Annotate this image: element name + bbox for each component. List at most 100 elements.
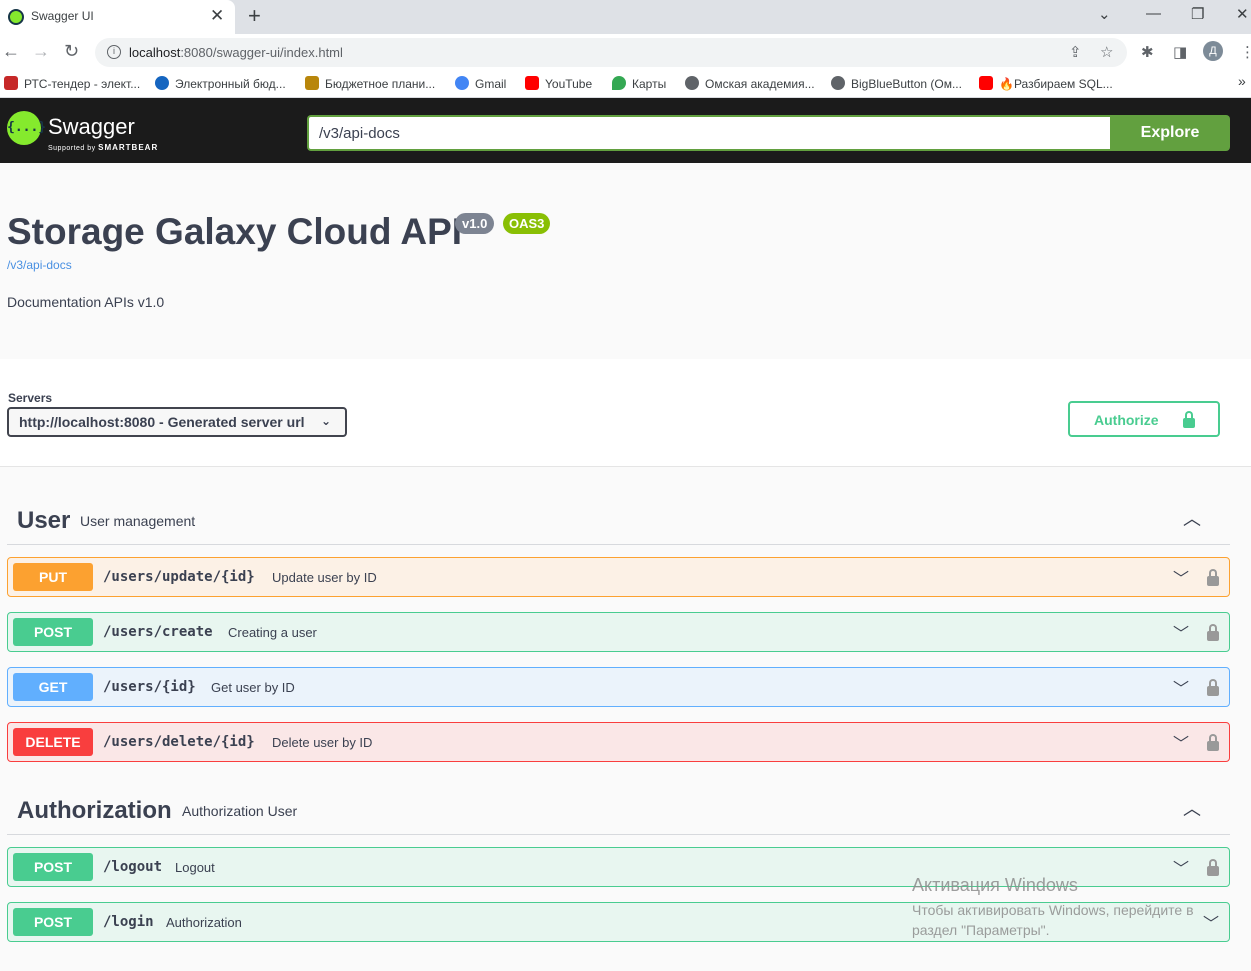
spec-link[interactable]: /v3/api-docs bbox=[7, 258, 72, 272]
operation-path: /users/update/{id} bbox=[103, 569, 255, 585]
chevron-down-icon[interactable]: ﹀ bbox=[1173, 620, 1189, 644]
lock-icon[interactable] bbox=[1207, 679, 1219, 696]
url-text[interactable]: localhost:8080/swagger-ui/index.html bbox=[129, 45, 343, 60]
emblem-icon bbox=[305, 76, 319, 90]
reload-icon[interactable]: ↻ bbox=[64, 41, 79, 62]
maps-icon bbox=[612, 76, 626, 90]
globe-icon bbox=[831, 76, 845, 90]
bookmark-item[interactable]: YouTube bbox=[525, 76, 592, 91]
swagger-topbar: {...} Swagger Supported by SMARTBEAR Exp… bbox=[0, 98, 1251, 163]
lock-icon[interactable] bbox=[1207, 624, 1219, 641]
chevron-down-icon[interactable]: ﹀ bbox=[1173, 855, 1189, 879]
tag-authorization-header[interactable]: Authorization Authorization User ︿ bbox=[7, 787, 1230, 835]
browser-tab[interactable]: Swagger UI ✕ bbox=[0, 0, 235, 34]
chevron-down-icon[interactable]: ﹀ bbox=[1203, 910, 1219, 934]
budget-icon bbox=[155, 76, 169, 90]
bookmark-item[interactable]: 🔥Разбираем SQL... bbox=[979, 76, 1113, 91]
operation-post-users-create[interactable]: POST /users/create Creating a user ﹀ bbox=[7, 612, 1230, 652]
bookmark-item[interactable]: BigBlueButton (Ом... bbox=[831, 76, 962, 91]
tab-search-chevron-icon[interactable]: ⌄ bbox=[1098, 5, 1111, 23]
operation-summary: Creating a user bbox=[228, 625, 317, 640]
extensions-icon[interactable]: ✱ bbox=[1141, 43, 1154, 61]
bookmark-star-icon[interactable]: ☆ bbox=[1100, 43, 1113, 61]
operation-post-login[interactable]: POST /login Authorization ﹀ bbox=[7, 902, 1230, 942]
operation-path: /users/delete/{id} bbox=[103, 734, 255, 750]
chevron-up-icon[interactable]: ︿ bbox=[1183, 795, 1201, 821]
back-icon[interactable]: ← bbox=[2, 41, 20, 62]
operation-path: /users/{id} bbox=[103, 679, 196, 695]
version-badge: v1.0 bbox=[455, 213, 495, 234]
lock-icon[interactable] bbox=[1207, 734, 1219, 751]
youtube-icon bbox=[525, 76, 539, 90]
method-badge: DELETE bbox=[13, 728, 93, 756]
chevron-down-icon[interactable]: ﹀ bbox=[1173, 675, 1189, 699]
more-bookmarks-icon[interactable]: » bbox=[1238, 73, 1246, 89]
tag-name: User bbox=[17, 507, 71, 534]
operation-path: /logout bbox=[103, 859, 163, 875]
servers-select[interactable]: http://localhost:8080 - Generated server… bbox=[7, 407, 347, 437]
operation-summary: Get user by ID bbox=[211, 680, 295, 695]
youtube-icon bbox=[979, 76, 993, 90]
rts-icon bbox=[4, 76, 18, 90]
menu-kebab-icon[interactable]: ⋮ bbox=[1240, 43, 1251, 61]
swagger-logo-icon[interactable]: {...} bbox=[7, 111, 46, 145]
restore-icon[interactable]: ❐ bbox=[1191, 5, 1204, 23]
share-icon[interactable]: ⇪ bbox=[1069, 43, 1082, 61]
swagger-favicon-icon bbox=[8, 9, 24, 25]
chevron-down-icon[interactable]: ﹀ bbox=[1173, 730, 1189, 754]
minimize-icon[interactable]: — bbox=[1146, 5, 1161, 22]
window-close-icon[interactable]: ✕ bbox=[1236, 5, 1249, 23]
bookmark-item[interactable]: РТС-тендер - элект... bbox=[4, 76, 140, 91]
operation-post-logout[interactable]: POST /logout Logout ﹀ bbox=[7, 847, 1230, 887]
operation-delete-users-delete[interactable]: DELETE /users/delete/{id} Delete user by… bbox=[7, 722, 1230, 762]
operation-summary: Update user by ID bbox=[272, 570, 377, 585]
site-info-icon[interactable]: i bbox=[107, 45, 121, 59]
lock-icon[interactable] bbox=[1207, 569, 1219, 586]
supported-by: Supported by SMARTBEAR bbox=[48, 143, 159, 152]
spec-url-input[interactable] bbox=[307, 115, 1110, 151]
operation-summary: Logout bbox=[175, 860, 215, 875]
operation-get-users-id[interactable]: GET /users/{id} Get user by ID ﹀ bbox=[7, 667, 1230, 707]
method-badge: POST bbox=[13, 853, 93, 881]
api-title: Storage Galaxy Cloud API bbox=[7, 211, 463, 252]
chevron-up-icon[interactable]: ︿ bbox=[1183, 505, 1201, 531]
google-icon bbox=[455, 76, 469, 90]
bookmark-item[interactable]: Электронный бюд... bbox=[155, 76, 286, 91]
operation-put-users-update[interactable]: PUT /users/update/{id} Update user by ID… bbox=[7, 557, 1230, 597]
tag-description: Authorization User bbox=[182, 803, 298, 819]
api-description: Documentation APIs v1.0 bbox=[7, 294, 165, 310]
side-panel-icon[interactable]: ◨ bbox=[1173, 43, 1187, 61]
method-badge: POST bbox=[13, 908, 93, 936]
chevron-down-icon: ⌄ bbox=[320, 414, 331, 428]
oas-badge: OAS3 bbox=[503, 213, 551, 234]
bookmark-item[interactable]: Gmail bbox=[455, 76, 506, 91]
address-toolbar: ← → ↻ i localhost:8080/swagger-ui/index.… bbox=[0, 34, 1251, 70]
tag-name: Authorization bbox=[17, 797, 172, 824]
method-badge: PUT bbox=[13, 563, 93, 591]
tag-user-header[interactable]: User User management ︿ bbox=[7, 497, 1230, 545]
browser-tab-bar: Swagger UI ✕ + ⌄ — ❐ ✕ bbox=[0, 0, 1251, 34]
api-info: Storage Galaxy Cloud API v1.0 OAS3 /v3/a… bbox=[0, 163, 1251, 359]
tag-description: User management bbox=[80, 513, 196, 529]
profile-avatar[interactable]: Д bbox=[1203, 41, 1223, 61]
scheme-container: Servers http://localhost:8080 - Generate… bbox=[0, 359, 1251, 467]
swagger-brand: Swagger bbox=[48, 114, 135, 139]
bookmark-item[interactable]: Карты bbox=[612, 76, 666, 91]
bookmarks-bar: РТС-тендер - элект... Электронный бюд...… bbox=[0, 70, 1251, 98]
method-badge: POST bbox=[13, 618, 93, 646]
authorize-button[interactable]: Authorize bbox=[1068, 401, 1220, 437]
bookmark-item[interactable]: Омская академия... bbox=[685, 76, 815, 91]
forward-icon[interactable]: → bbox=[32, 41, 50, 62]
new-tab-icon[interactable]: + bbox=[248, 3, 261, 29]
operation-path: /users/create bbox=[103, 624, 213, 640]
chevron-down-icon[interactable]: ﹀ bbox=[1173, 565, 1189, 589]
tab-title: Swagger UI bbox=[31, 9, 94, 23]
operation-path: /login bbox=[103, 914, 154, 930]
operation-summary: Delete user by ID bbox=[272, 735, 373, 750]
explore-button[interactable]: Explore bbox=[1110, 115, 1230, 151]
close-tab-icon[interactable]: ✕ bbox=[210, 6, 224, 26]
lock-icon[interactable] bbox=[1207, 859, 1219, 876]
omnibox[interactable]: i localhost:8080/swagger-ui/index.html ⇪… bbox=[95, 38, 1127, 67]
bookmark-item[interactable]: Бюджетное плани... bbox=[305, 76, 435, 91]
servers-label: Servers bbox=[8, 391, 53, 405]
